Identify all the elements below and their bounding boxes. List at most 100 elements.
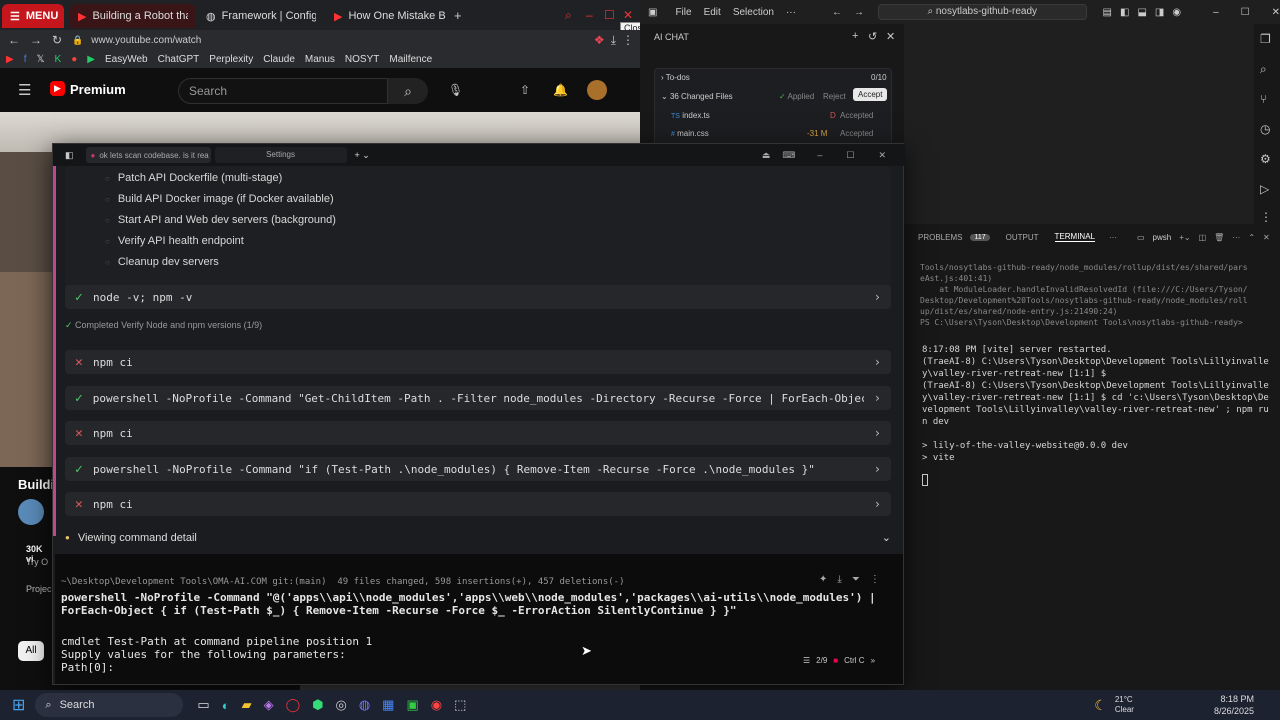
account-icon[interactable]: ◉ xyxy=(1172,7,1181,18)
file-row-main-css[interactable]: # main.css xyxy=(671,129,709,138)
extensions-icon[interactable]: ⚙ xyxy=(1260,152,1271,166)
minimize-icon[interactable]: – xyxy=(1213,7,1219,18)
rumble-icon[interactable]: ▶ xyxy=(87,54,95,65)
chrome-icon[interactable]: ◉ xyxy=(431,697,442,713)
hamburger-icon[interactable]: ☰ xyxy=(18,81,31,99)
copy-icon[interactable]: ❐ xyxy=(1260,32,1271,46)
search-icon[interactable]: ⌕ xyxy=(1260,62,1267,77)
reload-icon[interactable]: ↻ xyxy=(52,33,62,47)
avatar[interactable] xyxy=(587,80,607,100)
bookmark-easyweb[interactable]: EasyWeb xyxy=(105,54,148,65)
more-icon[interactable]: ··· xyxy=(1232,233,1240,242)
close-icon[interactable]: ✕ xyxy=(878,150,886,161)
shell-name[interactable]: pwsh xyxy=(1153,233,1172,242)
viewing-header[interactable]: ● Viewing command detail ⌄ xyxy=(65,531,903,545)
tab-framework[interactable]: ◍Framework | Configure F xyxy=(198,4,324,28)
command-row[interactable]: ✓ powershell -NoProfile -Command "if (Tes… xyxy=(65,457,891,481)
download-icon[interactable]: ⤓ xyxy=(837,574,841,585)
panel-toggle-icon[interactable]: ⬓ xyxy=(1137,7,1146,18)
keyboard-icon[interactable]: ⌨ xyxy=(782,150,795,161)
more-icon[interactable]: ··· xyxy=(1109,233,1117,242)
menu-icon[interactable]: ⋮ xyxy=(622,33,634,47)
minimize-icon[interactable]: – xyxy=(586,8,593,22)
split-icon[interactable]: ◫ xyxy=(1199,233,1207,242)
close-icon[interactable]: ✕ xyxy=(1263,233,1270,242)
tab-output[interactable]: OUTPUT xyxy=(1006,233,1039,242)
github-icon[interactable]: ◎ xyxy=(335,697,346,713)
tab-problems[interactable]: PROBLEMS xyxy=(918,233,962,242)
channel-avatar[interactable] xyxy=(18,499,44,525)
add-terminal-icon[interactable]: +⌄ xyxy=(1179,233,1190,242)
reddit-icon[interactable]: ● xyxy=(71,54,77,65)
command-row[interactable]: ✕ npm ci › xyxy=(65,492,891,516)
maximize-icon[interactable]: ☐ xyxy=(604,8,615,22)
todos-row[interactable]: › To-dos xyxy=(661,73,690,82)
more-icon[interactable]: ⋮ xyxy=(1260,210,1272,224)
skip-icon[interactable]: » xyxy=(871,656,875,665)
trash-icon[interactable]: 🗑 xyxy=(1214,233,1224,242)
maximize-icon[interactable]: ☐ xyxy=(846,150,854,161)
notes-icon[interactable]: ▦ xyxy=(382,697,394,713)
secondary-terminal[interactable]: 8:17:08 PM [vite] server restarted. (Tra… xyxy=(904,340,1280,690)
upload-icon[interactable]: ⇧ xyxy=(520,83,530,97)
url-field[interactable]: www.youtube.com/watch xyxy=(91,35,201,46)
tab-settings[interactable]: Settings xyxy=(214,147,347,163)
weather-widget[interactable]: 21°C Clear xyxy=(1115,695,1134,715)
source-control-icon[interactable]: ⑂ xyxy=(1260,92,1267,106)
chevron-up-icon[interactable]: ⌃ xyxy=(1248,233,1255,242)
facebook-icon[interactable]: f xyxy=(24,54,27,65)
chip-all[interactable]: All xyxy=(18,641,44,661)
sidebar-toggle-icon[interactable]: ◧ xyxy=(1120,7,1129,18)
ctrl-c-button[interactable]: Ctrl C xyxy=(844,656,864,665)
tab-how-one-mistake[interactable]: ▶How One Mistake Broke C xyxy=(326,4,454,28)
close-icon[interactable]: ✕ xyxy=(886,30,895,43)
back-icon[interactable]: ← xyxy=(8,33,20,47)
menu-selection[interactable]: Selection xyxy=(733,7,774,18)
changed-files-row[interactable]: ⌄ 36 Changed Files xyxy=(661,92,733,101)
new-tab-icon[interactable]: + xyxy=(454,8,462,23)
command-row[interactable]: ✓ node -v; npm -v › xyxy=(65,285,891,309)
accept-button[interactable]: Accept xyxy=(853,88,888,101)
run-icon[interactable]: ◷ xyxy=(1260,122,1270,136)
task-view-icon[interactable]: ▭ xyxy=(197,697,209,713)
filter-icon[interactable]: ⏷ xyxy=(852,574,860,585)
tab-building-robot[interactable]: ▶ Building a Robot that xyxy=(70,4,196,28)
secondary-sidebar-icon[interactable]: ◨ xyxy=(1155,7,1164,18)
menu-file[interactable]: File xyxy=(675,7,691,18)
microphone-icon[interactable]: 🎙 xyxy=(448,83,463,97)
taskbar-search[interactable]: ⌕ Search xyxy=(35,693,184,717)
edge-icon[interactable]: ◐ xyxy=(222,698,230,713)
file-row-index[interactable]: TS index.ts xyxy=(671,111,710,120)
command-center-search[interactable]: ⌕ nosytlabs-github-ready xyxy=(877,4,1087,20)
maximize-icon[interactable]: ☐ xyxy=(1241,7,1250,18)
clock[interactable]: 8:18 PM 8/26/2025 xyxy=(1214,693,1254,717)
x-icon[interactable]: 𝕏 xyxy=(36,54,44,65)
tab-menu[interactable]: ☰ MENU xyxy=(2,4,64,28)
bookmark-perplexity[interactable]: Perplexity xyxy=(209,54,253,65)
close-icon[interactable]: ✕ xyxy=(1272,7,1280,18)
tab-chat[interactable]: ● ok lets scan codebase. is it rea xyxy=(85,147,211,163)
terminal-app-icon[interactable]: ▣ xyxy=(406,697,418,713)
close-icon[interactable]: ✕ xyxy=(623,8,633,22)
download-icon[interactable]: ⤓ xyxy=(611,33,616,48)
more-menu-icon[interactable]: ··· xyxy=(786,7,796,18)
new-chat-icon[interactable]: + xyxy=(852,30,858,42)
forward-icon[interactable]: → xyxy=(854,7,864,18)
youtube-logo-text[interactable]: Premium xyxy=(70,82,126,97)
history-icon[interactable]: ↺ xyxy=(868,30,877,43)
reject-button[interactable]: Reject xyxy=(823,92,846,101)
command-terminal[interactable]: ~\Desktop\Development Tools\OMA-AI.COM g… xyxy=(55,554,903,684)
youtube-logo-icon[interactable]: ▶ xyxy=(50,81,65,96)
pin-icon[interactable]: ✦ xyxy=(819,574,827,585)
new-tab-icon[interactable]: + ⌄ xyxy=(355,150,370,161)
extension-icon[interactable]: ❖ xyxy=(594,33,605,47)
app-icon[interactable]: ◈ xyxy=(264,697,274,713)
tab-terminal[interactable]: TERMINAL xyxy=(1054,232,1095,242)
command-row[interactable]: ✕ npm ci › xyxy=(65,421,891,445)
windows-start-icon[interactable]: ⊞ xyxy=(12,695,25,715)
more-icon[interactable]: ⋮ xyxy=(870,574,880,585)
trae-app-icon[interactable]: ⬚ xyxy=(454,697,466,713)
folder-icon[interactable]: ▰ xyxy=(242,697,252,713)
bookmark-nosyt[interactable]: NOSYT xyxy=(345,54,379,65)
kick-icon[interactable]: K xyxy=(55,54,62,65)
